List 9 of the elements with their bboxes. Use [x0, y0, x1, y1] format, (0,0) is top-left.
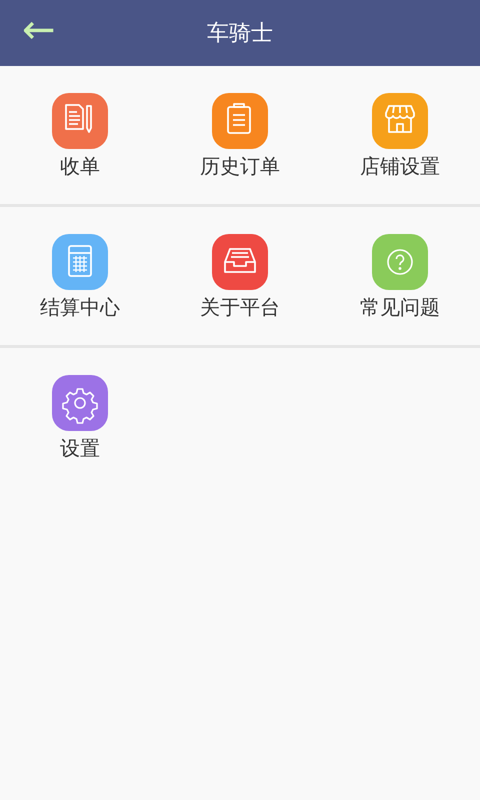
menu-item[interactable]: 常见问题	[360, 207, 440, 345]
back-button[interactable]: ←	[22, 10, 56, 56]
menu-item[interactable]: 收单	[52, 66, 108, 204]
menu-item[interactable]: 结算中心	[40, 207, 120, 345]
menu-item[interactable]: 历史订单	[200, 66, 280, 204]
menu-item[interactable]: 设置	[52, 348, 108, 486]
menu-item[interactable]: 关于平台	[200, 207, 280, 345]
menu-item[interactable]: 店铺设置	[360, 66, 440, 204]
app-title: 车骑士	[207, 21, 273, 46]
